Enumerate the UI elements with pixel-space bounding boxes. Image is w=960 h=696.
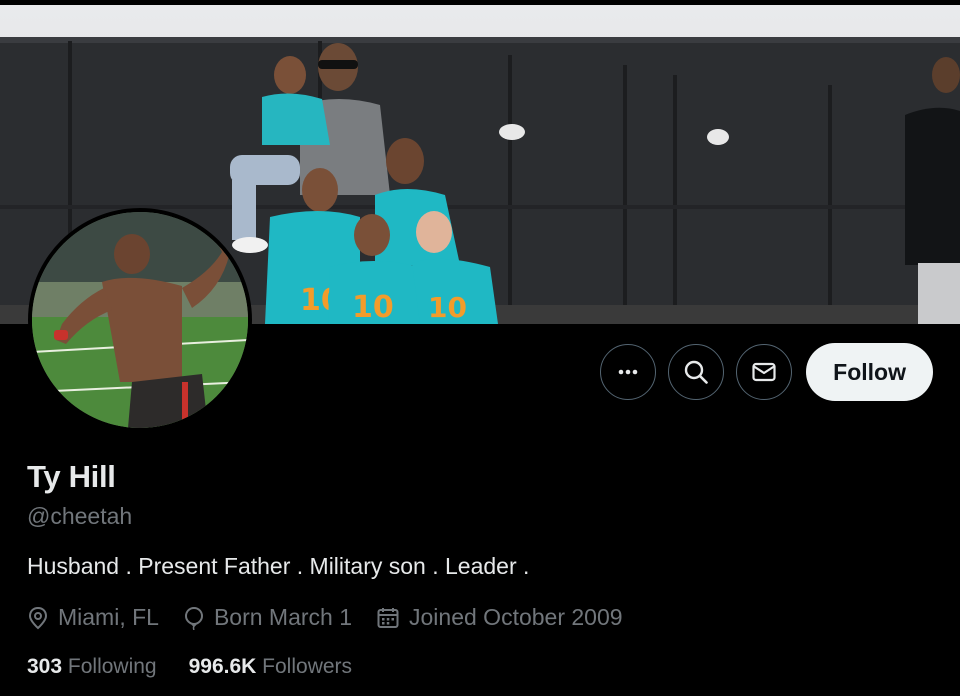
location-item: Miami, FL [27, 604, 159, 631]
profile-stats: 303 Following 996.6K Followers [27, 655, 384, 679]
joined-item: Joined October 2009 [376, 604, 623, 631]
svg-text:10: 10 [428, 291, 467, 324]
followers-label: Followers [262, 655, 353, 678]
birthday-item: Born March 1 [183, 604, 352, 631]
envelope-icon [752, 362, 776, 382]
location-pin-icon [28, 606, 48, 629]
followers-count: 996.6K [188, 655, 257, 678]
display-name: Ty Hill [27, 459, 116, 494]
message-button[interactable] [736, 344, 793, 400]
calendar-icon [377, 607, 399, 628]
profile-meta: Miami, FL Born March 1 Joined October 20… [27, 604, 647, 631]
profile-actions: Follow [600, 343, 933, 401]
user-handle: @cheetah [27, 503, 133, 529]
profile-bio: Husband . Present Father . Military son … [27, 553, 530, 579]
location-text: Miami, FL [58, 604, 159, 630]
birthday-text: Born March 1 [213, 604, 353, 630]
svg-text:10: 10 [352, 290, 394, 324]
more-horizontal-icon [618, 369, 638, 375]
balloon-icon [184, 606, 203, 630]
followers-link[interactable]: 996.6K Followers [189, 655, 352, 679]
profile-avatar[interactable] [28, 208, 252, 432]
following-label: Following [67, 655, 157, 678]
more-button[interactable] [600, 344, 657, 400]
joined-text: Joined October 2009 [409, 604, 623, 630]
following-link[interactable]: 303 Following [27, 655, 157, 679]
following-count: 303 [27, 655, 63, 678]
follow-button[interactable]: Follow [806, 343, 933, 401]
search-icon [684, 360, 708, 384]
avatar-photo [32, 212, 248, 428]
search-button[interactable] [668, 344, 725, 400]
